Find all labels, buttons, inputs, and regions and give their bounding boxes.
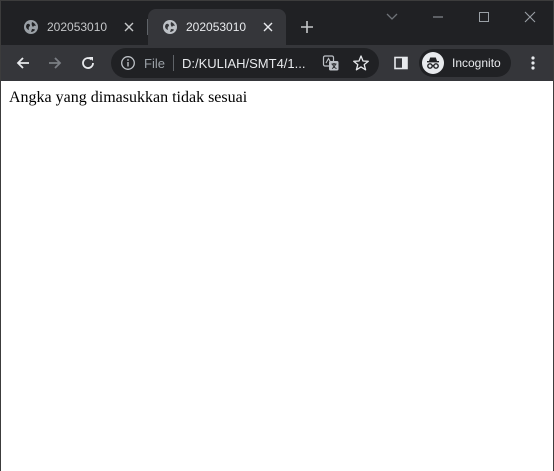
globe-icon [162,19,178,35]
star-icon[interactable] [352,54,370,72]
tab-strip: 202053010 202053010 [1,1,553,45]
tab-2[interactable]: 202053010 [148,9,286,45]
close-icon[interactable] [507,1,553,33]
globe-icon [23,19,39,35]
page-message: Angka yang dimasukkan tidak sesuai [9,89,248,106]
plus-icon[interactable] [295,15,319,39]
arrow-right-icon[interactable] [41,49,69,77]
side-panel-icon[interactable] [387,49,415,77]
arrow-left-icon[interactable] [9,49,37,77]
close-icon[interactable] [260,19,276,35]
browser-window: 202053010 202053010 File D:/KULIAH/SMT4/… [0,0,554,471]
incognito-chip[interactable]: Incognito [419,49,511,77]
close-icon[interactable] [121,19,137,35]
translate-icon[interactable] [322,54,340,72]
toolbar: File D:/KULIAH/SMT4/1... Incognito [1,45,553,81]
chevron-down-icon[interactable] [369,1,415,33]
kebab-menu-icon[interactable] [519,49,547,77]
page-content: Angka yang dimasukkan tidak sesuai [1,81,553,471]
incognito-icon [422,52,444,74]
incognito-label: Incognito [452,56,501,70]
tab-1[interactable]: 202053010 [9,9,147,45]
minimize-icon[interactable] [415,1,461,33]
omnibox-divider [172,55,174,71]
address-bar[interactable]: File D:/KULIAH/SMT4/1... [111,48,379,78]
tab-title: 202053010 [47,20,108,34]
info-icon[interactable] [120,55,136,71]
reload-icon[interactable] [74,49,102,77]
tab-title: 202053010 [186,20,247,34]
scheme-label: File [144,55,165,71]
url-text[interactable]: D:/KULIAH/SMT4/1... [182,56,314,71]
maximize-icon[interactable] [461,1,507,33]
